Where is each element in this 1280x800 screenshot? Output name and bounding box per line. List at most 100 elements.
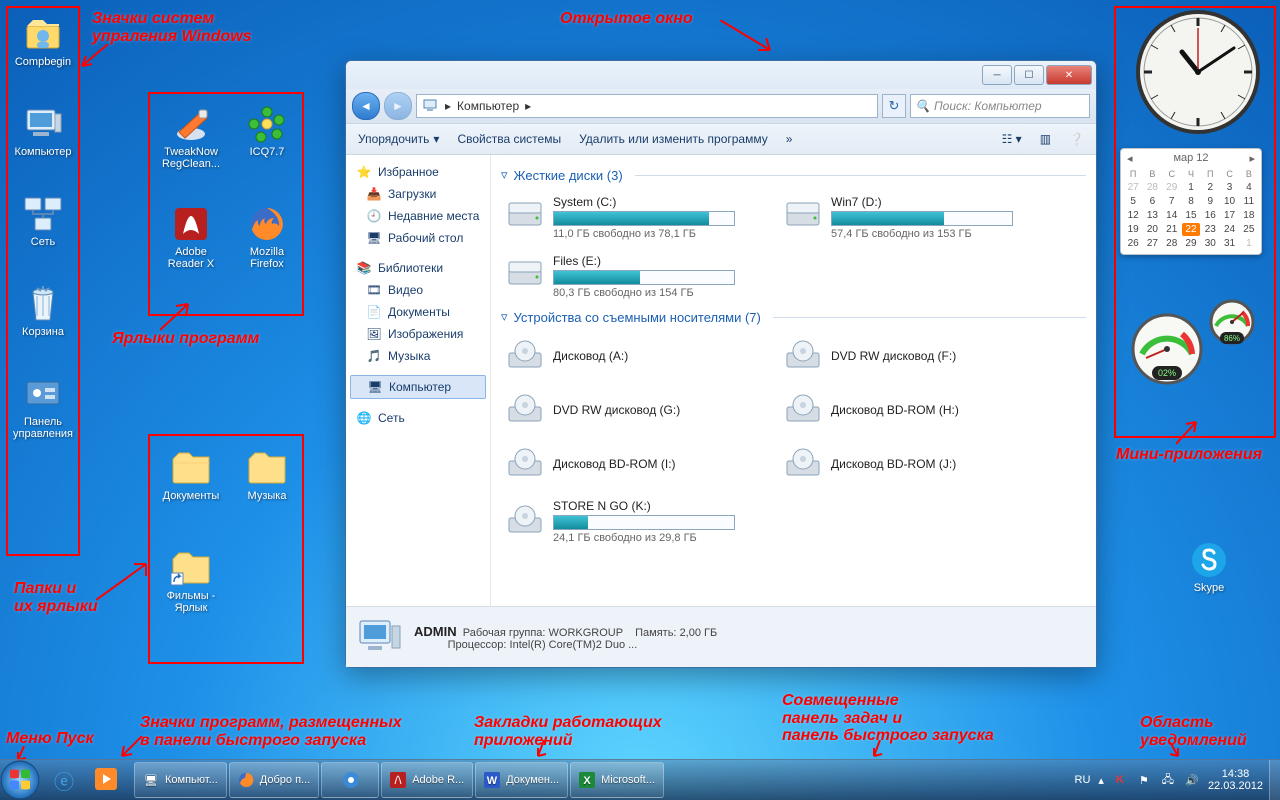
cpu-meter-gadget[interactable]: 02% 86% (1122, 296, 1262, 386)
drive-Дисковод BD-ROM (H:)[interactable]: Дисковод BD-ROM (H:) (779, 387, 1037, 435)
drive-DVD RW дисковод (G:)[interactable]: DVD RW дисковод (G:) (501, 387, 759, 435)
content-pane[interactable]: ▿ Жесткие диски (3) System (C:)11,0 ГБ с… (491, 155, 1096, 606)
nav-videos[interactable]: 🎞Видео (346, 279, 490, 301)
task-adobe[interactable]: Adobe R... (381, 762, 473, 798)
desktop-icon-icq[interactable]: ICQ7.7 (232, 104, 302, 158)
view-options-button[interactable]: ☷ ▾ (1002, 132, 1022, 146)
start-button[interactable] (0, 760, 40, 800)
computer-icon (423, 98, 439, 114)
close-button[interactable]: ✕ (1046, 65, 1092, 85)
refresh-button[interactable]: ↻ (882, 94, 906, 118)
organize-button[interactable]: Упорядочить ▾ (358, 132, 439, 146)
desktop-icon-network[interactable]: Сеть (8, 194, 78, 248)
drive-Дисковод (A:)[interactable]: Дисковод (A:) (501, 333, 759, 381)
desktop-icon-computer[interactable]: Компьютер (8, 104, 78, 158)
drive-DVD RW дисковод (F:)[interactable]: DVD RW дисковод (F:) (779, 333, 1037, 381)
minimize-button[interactable]: ─ (982, 65, 1012, 85)
computer-icon: 🖥 (367, 379, 383, 395)
address-bar[interactable]: ▸ Компьютер ▸ (416, 94, 878, 118)
calendar-gadget[interactable]: ◂мар 12▸ ПВСЧПСВ272829123456789101112131… (1120, 148, 1262, 255)
breadcrumb[interactable]: Компьютер (457, 99, 519, 113)
nav-documents[interactable]: 📄Документы (346, 301, 490, 323)
back-button[interactable]: ◄ (352, 92, 380, 120)
search-box[interactable]: 🔍Поиск: Компьютер (910, 94, 1090, 118)
cal-prev[interactable]: ◂ (1127, 152, 1133, 165)
control-panel-icon (23, 374, 63, 414)
anno-start: Меню Пуск (6, 730, 94, 748)
nav-libraries[interactable]: 📚Библиотеки (346, 257, 490, 279)
adobe-reader-icon (390, 772, 406, 788)
group-hdd[interactable]: ▿ Жесткие диски (3) (501, 167, 1086, 183)
computer-icon (358, 618, 402, 656)
tray-overflow[interactable]: ▴ (1098, 774, 1104, 787)
system-properties-button[interactable]: Свойства системы (457, 132, 561, 146)
task-itunes[interactable] (321, 762, 379, 798)
drive-Дисковод BD-ROM (J:)[interactable]: Дисковод BD-ROM (J:) (779, 441, 1037, 489)
group-removable[interactable]: ▿ Устройства со съемными носителями (7) (501, 309, 1086, 325)
volume-icon[interactable]: 🔊 (1184, 772, 1200, 788)
desktop[interactable]: Значки систем упраления Windows Открытое… (0, 0, 1280, 760)
nav-music[interactable]: 🎵Музыка (346, 345, 490, 367)
nav-recent[interactable]: 🕘Недавние места (346, 205, 490, 227)
drive-System (C:)[interactable]: System (C:)11,0 ГБ свободно из 78,1 ГБ (501, 191, 759, 244)
icon-label: Музыка (232, 490, 302, 502)
nav-downloads[interactable]: 📥Загрузки (346, 183, 490, 205)
taskbar: ⓔ 🖥Компьют... Добро п... Adobe R... WДок… (0, 759, 1280, 800)
task-explorer[interactable]: 🖥Компьют... (134, 762, 227, 798)
desktop-folder-docs[interactable]: Документы (156, 448, 226, 502)
optical-drive-icon (505, 337, 545, 377)
help-button[interactable]: ❔ (1069, 132, 1084, 146)
flag-icon[interactable]: ⚑ (1136, 772, 1152, 788)
firefox-icon (238, 772, 254, 788)
desktop-icon-control-panel[interactable]: Панель управления (8, 374, 78, 440)
desktop-folder-music[interactable]: Музыка (232, 448, 302, 502)
desktop-icon-tweaknow[interactable]: TweakNow RegClean... (156, 104, 226, 170)
tweaknow-icon (171, 104, 211, 144)
task-excel[interactable]: XMicrosoft... (570, 762, 664, 798)
kaspersky-icon[interactable]: K (1112, 772, 1128, 788)
icon-label: Документы (156, 490, 226, 502)
quick-launch: ⓔ (40, 763, 130, 797)
network-tray-icon[interactable]: 🖧 (1160, 772, 1176, 788)
video-icon: 🎞 (366, 282, 382, 298)
lang-indicator[interactable]: RU (1075, 774, 1091, 786)
excel-icon: X (579, 772, 595, 788)
nav-desktop[interactable]: 🖥Рабочий стол (346, 227, 490, 249)
tray-clock[interactable]: 14:3822.03.2012 (1208, 768, 1263, 792)
desktop-icon-compbegin[interactable]: Compbegin (8, 14, 78, 68)
clock-gadget[interactable] (1134, 8, 1262, 136)
nav-computer[interactable]: 🖥Компьютер (350, 375, 486, 399)
drive-STORE N GO (K:)[interactable]: STORE N GO (K:)24,1 ГБ свободно из 29,8 … (501, 495, 759, 548)
uninstall-button[interactable]: Удалить или изменить программу (579, 132, 768, 146)
show-desktop-button[interactable] (1269, 760, 1280, 800)
desktop-icon-adobe-reader[interactable]: Adobe Reader X (156, 204, 226, 270)
optical-drive-icon (783, 445, 823, 485)
toolbar-overflow[interactable]: » (786, 132, 793, 146)
forward-button[interactable]: ► (384, 92, 412, 120)
anno-folders: Папки и их ярлыки (14, 580, 98, 615)
cal-next[interactable]: ▸ (1249, 152, 1255, 165)
task-firefox[interactable]: Добро п... (229, 762, 319, 798)
explorer-window: ─ ☐ ✕ ◄ ► ▸ Компьютер ▸ ↻ 🔍Поиск: Компью… (345, 60, 1097, 668)
svg-text:86%: 86% (1224, 334, 1240, 343)
desktop-icon-recycle-bin[interactable]: Корзина (8, 284, 78, 338)
pinned-wmp[interactable] (86, 763, 126, 797)
task-word[interactable]: WДокумен... (475, 762, 568, 798)
titlebar[interactable]: ─ ☐ ✕ (346, 61, 1096, 89)
drive-Win7 (D:)[interactable]: Win7 (D:)57,4 ГБ свободно из 153 ГБ (779, 191, 1037, 244)
desktop-icon-skype[interactable]: Skype (1174, 540, 1244, 594)
nav-bar: ◄ ► ▸ Компьютер ▸ ↻ 🔍Поиск: Компьютер (346, 89, 1096, 124)
pinned-ie[interactable]: ⓔ (44, 763, 84, 797)
anno-quicklaunch: Значки программ, размещенных в панели бы… (140, 714, 402, 749)
drive-Дисковод BD-ROM (I:)[interactable]: Дисковод BD-ROM (I:) (501, 441, 759, 489)
anno-sys-icons: Значки систем упраления Windows (92, 10, 252, 45)
maximize-button[interactable]: ☐ (1014, 65, 1044, 85)
nav-pictures[interactable]: 🖼Изображения (346, 323, 490, 345)
desktop-folder-films-shortcut[interactable]: Фильмы - Ярлык (156, 548, 226, 614)
preview-pane-button[interactable]: ▥ (1040, 132, 1051, 146)
nav-favorites[interactable]: ⭐Избранное (346, 161, 490, 183)
drive-Files (E:)[interactable]: Files (E:)80,3 ГБ свободно из 154 ГБ (501, 250, 759, 303)
explorer-icon: 🖥 (143, 772, 159, 788)
desktop-icon-firefox[interactable]: Mozilla Firefox (232, 204, 302, 270)
nav-network[interactable]: 🌐Сеть (346, 407, 490, 429)
